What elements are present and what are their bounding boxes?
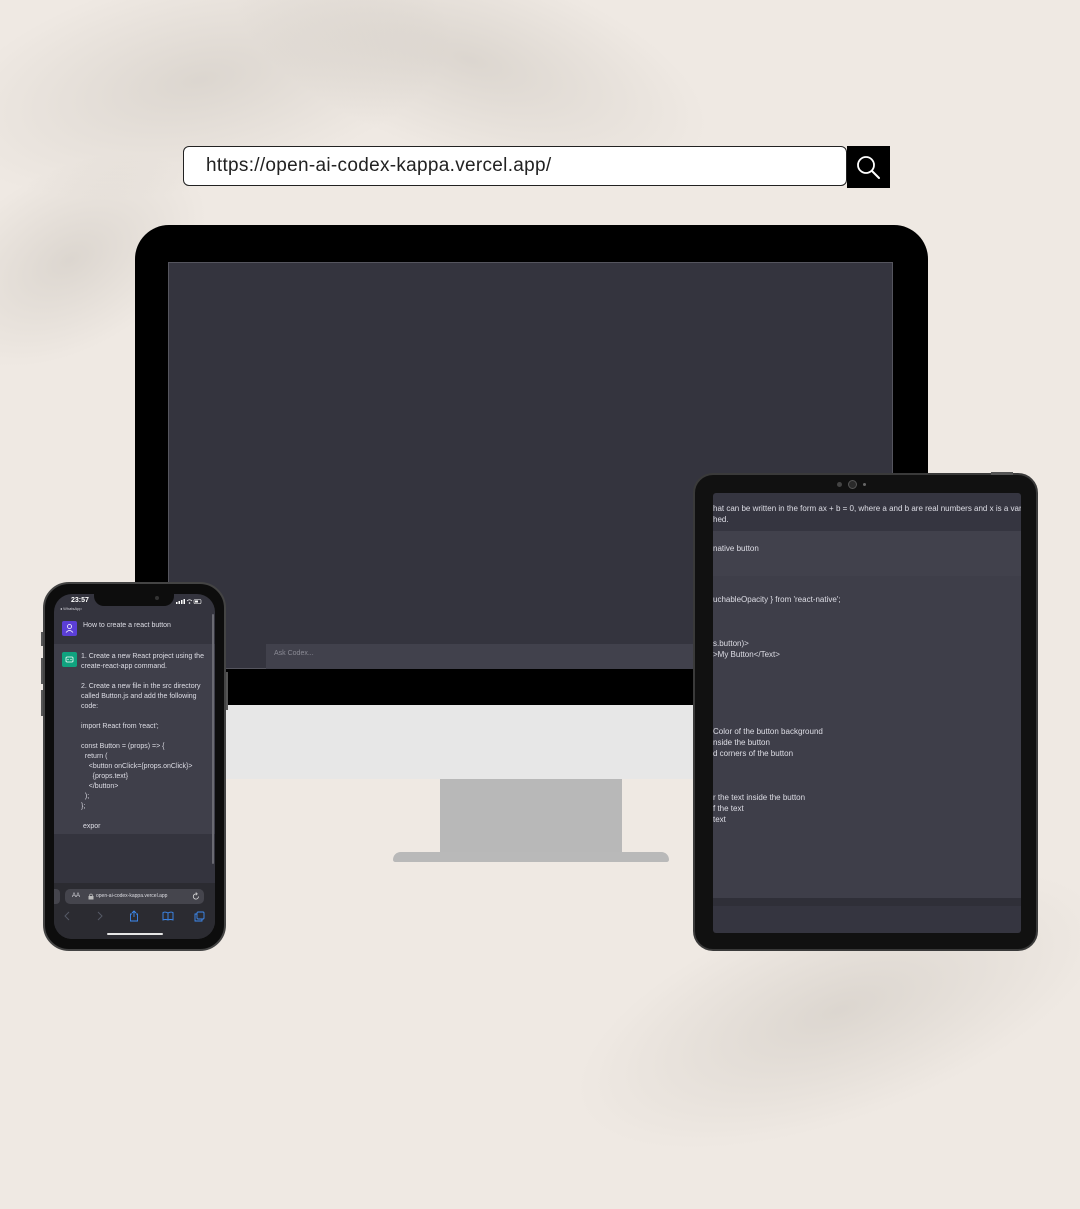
previous-tab-edge[interactable] <box>54 889 60 904</box>
tablet-screen: hat can be written in the form ax + b = … <box>713 493 1021 933</box>
status-time: 23:57 <box>71 597 89 604</box>
user-icon <box>62 621 77 636</box>
monitor-base <box>393 852 669 862</box>
bot-line: const Button = (props) => { <box>81 743 165 750</box>
camera-icon <box>848 480 857 489</box>
camera-dot <box>837 482 842 487</box>
back-to-app-link[interactable]: ◂ WhatsApp <box>60 606 82 611</box>
tablet-code-line: uchableOpacity } from 'react-native'; <box>713 595 841 604</box>
phone-notch <box>94 594 174 606</box>
tablet-code-line: s.button)> <box>713 639 749 648</box>
bot-line: return ( <box>81 753 108 760</box>
search-button[interactable] <box>847 146 890 188</box>
tablet-text-line: native button <box>713 544 759 553</box>
tablet-text-line: hat can be written in the form ax + b = … <box>713 504 1021 513</box>
phone-device: 23:57 ◂ WhatsApp How to create a react b… <box>41 582 228 951</box>
safari-address-bar[interactable]: AA open-ai-codex-kappa.vercel.app <box>65 889 204 904</box>
url-bar: https://open-ai-codex-kappa.vercel.app/ <box>183 146 890 188</box>
safari-bottom-bar: AA open-ai-codex-kappa.vercel.app <box>54 883 215 939</box>
share-icon[interactable] <box>129 910 139 922</box>
bot-line: ); <box>81 793 90 800</box>
tablet-device: hat can be written in the form ax + b = … <box>693 472 1038 951</box>
tablet-bot-message <box>713 576 1021 898</box>
bot-line: }; <box>81 803 86 810</box>
bot-line: {props.text} <box>81 773 129 780</box>
bookmarks-icon[interactable] <box>162 911 174 921</box>
tablet-code-line: r the text inside the button <box>713 793 806 802</box>
monitor-stand <box>440 779 622 854</box>
home-indicator <box>107 933 163 935</box>
desktop-input-placeholder: Ask Codex... <box>274 650 314 657</box>
phone-user-message: How to create a react button <box>54 614 215 644</box>
back-icon[interactable] <box>63 911 71 921</box>
phone-screen: 23:57 ◂ WhatsApp How to create a react b… <box>54 594 215 939</box>
tablet-input-divider <box>713 898 1021 906</box>
bot-line: 1. Create a new React project using the <box>81 653 204 660</box>
phone-side-button <box>41 632 43 646</box>
reload-icon[interactable] <box>192 892 200 901</box>
bot-line: </button> <box>81 783 119 790</box>
reader-aa-button[interactable]: AA <box>72 893 80 899</box>
sensor-dot <box>863 483 866 486</box>
bot-line: code: <box>81 703 99 710</box>
scrollbar[interactable] <box>212 614 214 864</box>
tablet-code-line: f the text <box>713 804 744 813</box>
tablet-text-line: hed. <box>713 515 729 524</box>
bot-icon <box>62 652 77 667</box>
camera-icon <box>155 596 159 600</box>
bot-line: expor <box>81 823 101 830</box>
bot-line: called Button.js and add the following <box>81 693 197 700</box>
search-icon <box>857 156 880 179</box>
bot-line: create-react-app command. <box>81 663 167 670</box>
tablet-user-message <box>713 531 1021 576</box>
forward-icon[interactable] <box>96 911 104 921</box>
lock-icon <box>88 893 94 900</box>
phone-side-button <box>41 690 43 716</box>
bot-line: 2. Create a new file in the src director… <box>81 683 201 690</box>
phone-bot-message: 1. Create a new React project using the … <box>54 644 215 834</box>
tablet-code-line: >My Button</Text> <box>713 650 780 659</box>
phone-side-button <box>226 672 228 710</box>
status-icons <box>176 599 202 604</box>
phone-side-button <box>41 658 43 684</box>
safari-url-text: open-ai-codex-kappa.vercel.app <box>96 893 168 899</box>
bot-line: <button onClick={props.onClick}> <box>81 763 193 770</box>
tablet-code-line: nside the button <box>713 738 770 747</box>
tablet-code-line: d corners of the button <box>713 749 794 758</box>
power-button <box>991 472 1013 475</box>
url-input[interactable]: https://open-ai-codex-kappa.vercel.app/ <box>183 146 847 186</box>
tablet-code-line: text <box>713 815 726 824</box>
tablet-code-line: Color of the button background <box>713 727 823 736</box>
bot-line: import React from 'react'; <box>81 723 159 730</box>
tabs-icon[interactable] <box>194 911 205 922</box>
user-message-text: How to create a react button <box>83 622 171 629</box>
